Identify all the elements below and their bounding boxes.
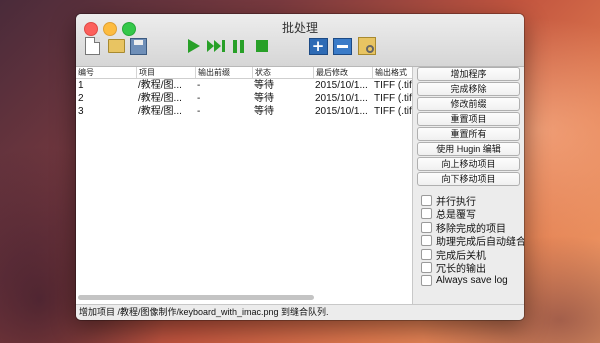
- cell-number: 1: [78, 80, 84, 91]
- table-header: 编号 项目 输出前缀 状态 最后修改 输出格式: [76, 67, 412, 79]
- fast-forward-icon[interactable]: [206, 36, 226, 56]
- play-icon[interactable]: [184, 36, 204, 56]
- column-header[interactable]: 输出格式: [372, 67, 412, 78]
- save-disk-icon[interactable]: [128, 36, 148, 56]
- settings-icon[interactable]: [357, 36, 377, 56]
- open-folder-icon[interactable]: [106, 36, 126, 56]
- cell-status: 等待: [254, 106, 274, 117]
- cell-status: 等待: [254, 93, 274, 104]
- cell-prefix: -: [197, 93, 201, 104]
- checkbox-label: Always save log: [436, 275, 508, 286]
- new-document-icon[interactable]: [82, 36, 102, 56]
- cell-modified: 2015/10/1...: [315, 93, 368, 104]
- checkbox-box[interactable]: [421, 235, 432, 246]
- reset-item-button[interactable]: 重置项目: [417, 112, 520, 126]
- column-header[interactable]: 项目: [136, 67, 195, 78]
- checkbox-box[interactable]: [421, 275, 432, 286]
- table-row[interactable]: 1 /教程/图... - 等待 2015/10/1... TIFF (.tif: [76, 79, 412, 92]
- batch-window: 批处理 + 编号 项目 输出前缀 状态 最后修改 输出格式 1 /教程/图...…: [76, 14, 524, 320]
- cell-modified: 2015/10/1...: [315, 80, 368, 91]
- cell-format: TIFF (.tif: [374, 106, 412, 117]
- checkbox-label: 助理完成后自动缝合: [436, 237, 524, 248]
- cell-modified: 2015/10/1...: [315, 106, 368, 117]
- move-item-down-button[interactable]: 向下移动项目: [417, 172, 520, 186]
- cell-format: TIFF (.tif: [374, 80, 412, 91]
- cell-item: /教程/图...: [138, 80, 182, 91]
- cell-number: 3: [78, 106, 84, 117]
- move-item-up-button[interactable]: 向上移动项目: [417, 157, 520, 171]
- cell-number: 2: [78, 93, 84, 104]
- cell-status: 等待: [254, 80, 274, 91]
- checkbox-box[interactable]: [421, 208, 432, 219]
- checkbox-box[interactable]: [421, 262, 432, 273]
- column-header[interactable]: 编号: [76, 67, 136, 78]
- cell-format: TIFF (.tif: [374, 93, 412, 104]
- column-header[interactable]: 输出前缀: [195, 67, 252, 78]
- column-header[interactable]: 最后修改: [313, 67, 372, 78]
- auto-stitch-checkbox[interactable]: 助理完成后自动缝合: [421, 234, 524, 248]
- remove-completed-button[interactable]: 完成移除: [417, 82, 520, 96]
- reset-all-button[interactable]: 重置所有: [417, 127, 520, 141]
- edit-with-hugin-button[interactable]: 使用 Hugin 编辑: [417, 142, 520, 156]
- checkbox-label: 冗长的输出: [436, 264, 486, 275]
- remove-icon[interactable]: [332, 36, 352, 56]
- cell-prefix: -: [197, 106, 201, 117]
- horizontal-scrollbar[interactable]: [78, 295, 314, 300]
- add-icon[interactable]: +: [308, 36, 328, 56]
- status-bar: 增加项目 /教程/图像制作/keyboard_with_imac.png 到缝合…: [76, 304, 524, 320]
- table-row[interactable]: 2 /教程/图... - 等待 2015/10/1... TIFF (.tif: [76, 92, 412, 105]
- batch-table: 编号 项目 输出前缀 状态 最后修改 输出格式 1 /教程/图... - 等待 …: [76, 67, 412, 304]
- always-overwrite-checkbox[interactable]: 总是覆写: [421, 207, 476, 221]
- column-header[interactable]: 状态: [252, 67, 313, 78]
- cell-prefix: -: [197, 80, 201, 91]
- cell-item: /教程/图...: [138, 93, 182, 104]
- pause-icon[interactable]: [228, 36, 248, 56]
- verbose-output-checkbox[interactable]: 冗长的输出: [421, 261, 486, 275]
- always-save-log-checkbox[interactable]: Always save log: [421, 274, 508, 287]
- checkbox-label: 总是覆写: [436, 210, 476, 221]
- change-prefix-button[interactable]: 修改前缀: [417, 97, 520, 111]
- checkbox-box[interactable]: [421, 222, 432, 233]
- title-bar: 批处理 +: [76, 14, 524, 67]
- checkbox-box[interactable]: [421, 249, 432, 260]
- table-row[interactable]: 3 /教程/图... - 等待 2015/10/1... TIFF (.tif: [76, 105, 412, 118]
- stop-icon[interactable]: [252, 36, 272, 56]
- add-program-button[interactable]: 增加程序: [417, 67, 520, 81]
- checkbox-box[interactable]: [421, 195, 432, 206]
- cell-item: /教程/图...: [138, 106, 182, 117]
- action-sidebar: 增加程序 完成移除 修改前缀 重置项目 重置所有 使用 Hugin 编辑 向上移…: [412, 67, 524, 304]
- window-title: 批处理: [281, 21, 318, 35]
